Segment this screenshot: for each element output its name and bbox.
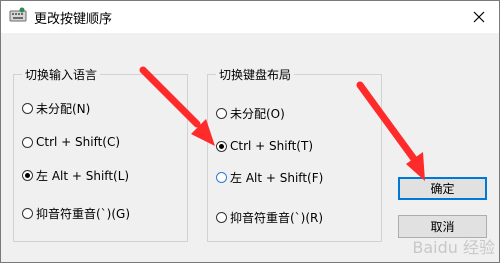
- switch-input-language-group: 切换输入语言 未分配(N) Ctrl + Shift(C) 左 Alt + Sh…: [13, 66, 188, 242]
- titlebar: 更改按键顺序: [1, 1, 499, 33]
- radio-circle-selected: [216, 140, 227, 152]
- radio-circle-selected: [22, 170, 33, 181]
- radio-label: 抑音符重音(`)(R): [230, 211, 324, 225]
- switch-keyboard-layout-group: 切换键盘布局 未分配(O) Ctrl + Shift(T) 左 Alt + Sh…: [207, 66, 382, 242]
- close-button[interactable]: [465, 4, 493, 30]
- radio-label: 未分配(O): [230, 107, 285, 121]
- radio-keyboard-layout-left-alt-shift[interactable]: 左 Alt + Shift(F): [216, 169, 323, 186]
- ok-button[interactable]: 确定: [398, 177, 487, 200]
- radio-input-language-unassigned[interactable]: 未分配(N): [22, 100, 90, 117]
- radio-label: 左 Alt + Shift(L): [36, 169, 130, 183]
- radio-input-language-ctrl-shift[interactable]: Ctrl + Shift(C): [22, 135, 120, 149]
- window-title: 更改按键顺序: [34, 12, 113, 27]
- radio-circle-hover: [216, 172, 227, 183]
- baidu-watermark: Baidu 经验: [412, 238, 495, 257]
- group-title-keyboard-layout: 切换键盘布局: [216, 66, 295, 83]
- radio-circle: [22, 208, 33, 219]
- change-key-sequence-dialog: 更改按键顺序 切换输入语言 未分配(N) Ctrl + Shift(C) 左 A…: [0, 0, 500, 263]
- radio-label: Ctrl + Shift(C): [36, 135, 121, 149]
- radio-input-language-grave-accent[interactable]: 抑音符重音(`)(G): [22, 205, 130, 222]
- radio-circle: [216, 212, 227, 223]
- radio-input-language-left-alt-shift[interactable]: 左 Alt + Shift(L): [22, 167, 129, 184]
- radio-circle: [22, 136, 33, 148]
- radio-label: Ctrl + Shift(T): [230, 139, 314, 153]
- radio-label: 未分配(N): [36, 102, 91, 116]
- radio-keyboard-layout-ctrl-shift[interactable]: Ctrl + Shift(T): [216, 139, 313, 153]
- close-icon: [473, 11, 485, 23]
- radio-label: 抑音符重音(`)(G): [36, 207, 131, 221]
- group-title-input-language: 切换输入语言: [22, 66, 101, 83]
- radio-keyboard-layout-grave-accent[interactable]: 抑音符重音(`)(R): [216, 209, 323, 226]
- radio-label: 左 Alt + Shift(F): [230, 171, 324, 185]
- radio-circle: [216, 108, 227, 119]
- keyboard-app-icon: [9, 7, 27, 22]
- radio-keyboard-layout-unassigned[interactable]: 未分配(O): [216, 105, 285, 122]
- radio-circle: [22, 103, 33, 114]
